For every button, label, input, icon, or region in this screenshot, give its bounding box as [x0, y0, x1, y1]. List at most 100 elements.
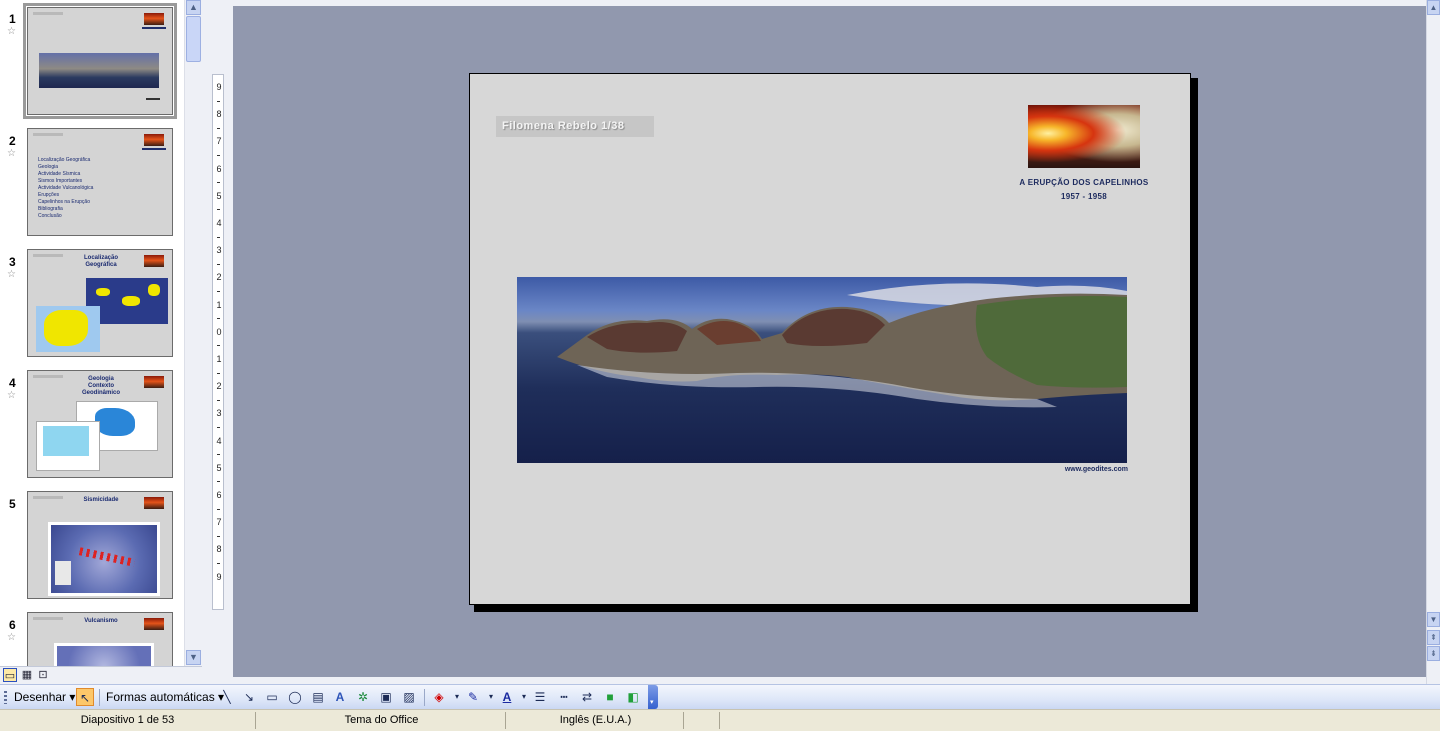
slide-thumbnail[interactable]: Vulcanismo [27, 612, 173, 666]
thumb-author-bar [33, 133, 63, 136]
fill-color-icon[interactable]: ◈ [430, 688, 448, 706]
ruler-label: 4 [216, 435, 222, 446]
thumbnail-number: 4 [9, 376, 16, 390]
thumb-tectonic-map [36, 421, 100, 471]
ruler-label: 1 [216, 354, 222, 364]
thumb-volcano-image [144, 618, 164, 630]
capelinhos-landscape-photo[interactable] [517, 277, 1127, 463]
scroll-down-icon[interactable]: ▼ [1427, 612, 1440, 627]
line-icon[interactable]: ╲ [218, 688, 236, 706]
ruler-label: 1 [216, 299, 222, 310]
thumbnail-number: 6 [9, 618, 16, 632]
animation-star-icon: ☆ [7, 26, 16, 37]
thumbnail-number: 2 [9, 134, 16, 148]
thumb-caption [142, 27, 166, 29]
thumb-author-bar [33, 496, 63, 499]
slide-caption-years: 1957 - 1958 [1060, 192, 1107, 201]
3d-icon[interactable]: ◧ [624, 688, 642, 706]
ruler-label: 3 [216, 408, 222, 419]
textbox-icon[interactable]: ▤ [309, 688, 327, 706]
shadow-icon[interactable]: ■ [601, 688, 619, 706]
slide-author-label[interactable]: Filomena Rebelo 1/38 [496, 116, 654, 137]
thumbnail-number: 5 [9, 497, 16, 511]
thumb-landscape-photo [39, 53, 159, 88]
slide-thumbnail[interactable] [23, 3, 177, 119]
scrollbar-thumb[interactable] [186, 16, 201, 62]
slide-thumbnail[interactable]: Sismicidade [27, 491, 173, 599]
thumb-author-bar [33, 12, 63, 15]
dash-style-icon[interactable]: ┅ [555, 688, 573, 706]
ruler-tick [217, 291, 220, 292]
thumb-credit [146, 98, 160, 100]
draw-menu[interactable]: Desenhar ▾ [14, 689, 75, 705]
ruler-label: 2 [216, 272, 222, 283]
ruler-tick [217, 236, 220, 238]
thumb-volcano-image [144, 376, 164, 388]
slide-thumbnail[interactable]: Geologia Contexto Geodinâmico [27, 370, 173, 478]
draw-menu-label: Desenhar [14, 690, 67, 704]
slide-thumbnail[interactable]: Localização Geográfica [27, 249, 173, 357]
diagram-icon[interactable]: ✲ [354, 688, 372, 706]
slide-caption[interactable]: A ERUPÇÃO DOS CAPELINHOS 1957 - 1958 [1014, 176, 1154, 204]
arrow-style-icon[interactable]: ⇄ [578, 688, 596, 706]
thumb-seismicity-map [48, 522, 160, 596]
animation-star-icon: ☆ [7, 269, 16, 280]
ruler-tick [217, 127, 220, 129]
ruler-label: 9 [216, 82, 222, 92]
thumb-volcanism-map [54, 643, 154, 666]
slide-thumbnail[interactable]: Localização Geográfica Geologia Activida… [27, 128, 173, 236]
status-empty-cell [686, 712, 720, 729]
ruler-tick [217, 318, 220, 320]
animation-star-icon: ☆ [7, 148, 16, 159]
ruler-tick [217, 263, 220, 265]
slide-scrollbar[interactable]: ▲ ▼ ⇞ ⇟ [1426, 0, 1440, 684]
autoshapes-menu[interactable]: Formas automáticas ▾ [106, 689, 224, 705]
previous-slide-icon[interactable]: ⇞ [1427, 630, 1440, 645]
line-color-icon[interactable]: ✎ [464, 688, 482, 706]
ruler-label: 8 [216, 109, 222, 120]
status-bar: Diapositivo 1 de 53 Tema do Office Inglê… [0, 709, 1440, 731]
normal-view-icon[interactable]: ▭ [3, 668, 17, 682]
scroll-down-icon[interactable]: ▼ [186, 650, 201, 665]
thumb-bullet: Localização Geográfica [38, 157, 91, 163]
wordart-icon[interactable]: A [331, 688, 349, 706]
current-slide[interactable]: Filomena Rebelo 1/38 A ERUPÇÃO DOS CAPEL… [469, 73, 1191, 605]
toolbar-options-icon[interactable]: ▾ [648, 685, 658, 709]
ruler-label: 4 [216, 218, 222, 228]
select-pointer-icon[interactable]: ↖ [76, 688, 94, 706]
thumb-bullet: Sismos Importantes [38, 178, 83, 184]
ruler-label: 7 [216, 136, 222, 147]
animation-star-icon: ☆ [7, 632, 16, 643]
thumb-volcano-image [144, 497, 164, 509]
next-slide-icon[interactable]: ⇟ [1427, 646, 1440, 661]
thumb-title: Vulcanismo [84, 618, 118, 624]
landscape-drawing [557, 283, 1127, 408]
thumb-title: Geologia Contexto Geodinâmico [81, 376, 120, 396]
clipart-icon[interactable]: ▣ [377, 688, 395, 706]
toolbar-separator [424, 689, 425, 706]
photo-credit[interactable]: www.geodites.com [1030, 466, 1128, 473]
autoshapes-menu-label: Formas automáticas [106, 690, 215, 704]
picture-icon[interactable]: ▨ [400, 688, 418, 706]
language-status[interactable]: Inglês (E.U.A.) [508, 712, 684, 729]
ruler-label: 7 [216, 517, 222, 528]
scroll-up-icon[interactable]: ▲ [1427, 0, 1440, 15]
toolbar-grip-icon[interactable] [4, 691, 7, 704]
line-style-icon[interactable]: ☰ [531, 688, 549, 706]
arrow-icon[interactable]: ↘ [240, 688, 258, 706]
vertical-ruler: 9 8 7 6 5 4 3 2 1 0 1 2 3 4 5 6 7 8 9 [212, 74, 224, 610]
animation-star-icon: ☆ [7, 390, 16, 401]
rectangle-icon[interactable]: ▭ [263, 688, 281, 706]
scroll-up-icon[interactable]: ▲ [186, 0, 201, 15]
slide-sorter-view-icon[interactable]: ▦ [20, 668, 34, 682]
slideshow-view-icon[interactable]: ⊡ [36, 668, 50, 682]
thumb-bullet: Capelinhos na Erupção [38, 199, 90, 205]
slide-thumbnail-pane: 1 ☆ 2 ☆ Localização Geográfica Geologia … [0, 0, 202, 666]
thumbnail-scrollbar[interactable]: ▲ ▼ [184, 0, 202, 666]
volcano-eruption-image[interactable] [1028, 105, 1140, 168]
thumb-bullet-list: Localização Geográfica Geologia Activida… [38, 157, 93, 220]
thumbnail-number: 3 [9, 255, 16, 269]
font-color-icon[interactable]: A [498, 688, 516, 706]
oval-icon[interactable]: ◯ [286, 688, 304, 706]
slide-workspace[interactable]: Filomena Rebelo 1/38 A ERUPÇÃO DOS CAPEL… [233, 6, 1426, 677]
